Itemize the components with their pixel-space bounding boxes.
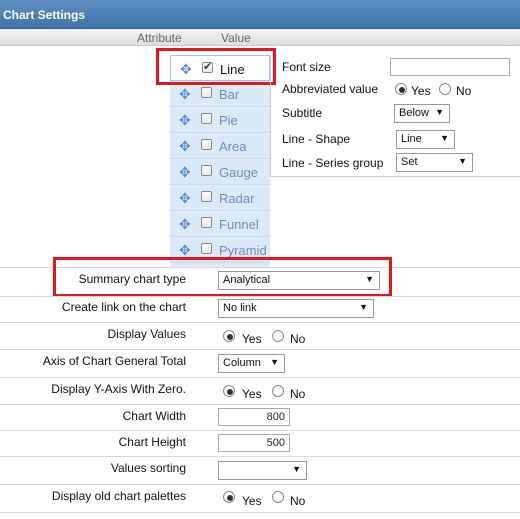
values-sorting-select[interactable]: ▼ — [218, 461, 307, 480]
move-handle-icon[interactable]: ✥ — [179, 138, 191, 155]
chart-width-input[interactable]: 800 — [218, 408, 290, 426]
row-divider — [0, 296, 520, 297]
row-divider — [0, 404, 520, 405]
row-divider — [0, 349, 520, 350]
radar-checkbox[interactable] — [201, 191, 212, 202]
chart-type-pie[interactable]: ✥ Pie — [170, 107, 270, 133]
old-palettes-no-radio[interactable] — [272, 491, 284, 503]
chart-type-gauge[interactable]: ✥ Gauge — [170, 159, 270, 185]
y-axis-zero-yes-radio[interactable] — [223, 385, 235, 397]
line-shape-select[interactable]: Line ▼ — [396, 130, 455, 149]
highlight-box — [53, 257, 392, 297]
pie-checkbox[interactable] — [201, 113, 212, 124]
attribute-column-label: Attribute — [137, 31, 182, 45]
font-size-label: Font size — [282, 60, 331, 74]
line-shape-label: Line - Shape — [282, 132, 351, 146]
move-handle-icon[interactable]: ✥ — [179, 164, 191, 181]
axis-general-total-select[interactable]: Column ▼ — [218, 354, 285, 373]
pyramid-checkbox[interactable] — [201, 243, 212, 254]
dropdown-arrow-icon: ▼ — [458, 156, 467, 166]
move-handle-icon[interactable]: ✥ — [179, 190, 191, 207]
abbreviated-yes-radio[interactable] — [395, 83, 407, 95]
value-column-label: Value — [221, 31, 251, 45]
move-handle-icon[interactable]: ✥ — [179, 86, 191, 103]
row-divider — [0, 322, 520, 323]
y-axis-zero-label: Display Y-Axis With Zero. — [51, 382, 186, 396]
row-divider — [0, 456, 520, 457]
chart-type-list: ✥ Line ✥ Bar ✥ Pie ✥ Area ✥ Gauge ✥ Rada… — [170, 55, 270, 267]
dropdown-arrow-icon: ▼ — [359, 302, 368, 312]
funnel-checkbox[interactable] — [201, 217, 212, 228]
chart-type-label: Pie — [219, 113, 238, 128]
axis-general-total-label: Axis of Chart General Total — [42, 354, 186, 368]
create-link-select[interactable]: No link ▼ — [218, 299, 374, 318]
display-values-no-radio[interactable] — [272, 330, 284, 342]
axis-general-total-value: Column — [223, 357, 261, 369]
subtitle-select[interactable]: Below ▼ — [394, 104, 450, 123]
row-divider — [0, 484, 520, 485]
subtitle-label: Subtitle — [282, 106, 323, 120]
old-palettes-label: Display old chart palettes — [51, 489, 186, 503]
area-checkbox[interactable] — [201, 139, 212, 150]
row-divider — [0, 430, 520, 431]
y-axis-zero-yes-label: Yes — [242, 387, 262, 401]
chart-height-input[interactable]: 500 — [218, 434, 290, 452]
chart-type-label: Gauge — [219, 165, 259, 180]
y-axis-zero-no-label: No — [290, 387, 306, 401]
dropdown-arrow-icon: ▼ — [435, 107, 444, 117]
display-values-no-label: No — [290, 332, 306, 346]
subtitle-value: Below — [399, 107, 429, 119]
old-palettes-yes-radio[interactable] — [223, 491, 235, 503]
line-series-group-select[interactable]: Set ▼ — [396, 153, 473, 172]
panel-title: Chart Settings — [0, 0, 520, 29]
line-shape-value: Line — [401, 133, 422, 145]
chart-type-label: Funnel — [219, 217, 259, 232]
chart-type-label: Pyramid — [219, 243, 267, 258]
create-link-value: No link — [223, 302, 257, 314]
chart-type-radar[interactable]: ✥ Radar — [170, 185, 270, 211]
create-link-label: Create link on the chart — [61, 300, 186, 314]
dropdown-arrow-icon: ▼ — [440, 133, 449, 143]
old-palettes-no-label: No — [290, 494, 306, 508]
highlight-box — [156, 48, 276, 85]
chart-type-label: Area — [219, 139, 247, 154]
abbreviated-no-radio[interactable] — [439, 83, 451, 95]
move-handle-icon[interactable]: ✥ — [179, 112, 191, 129]
line-series-group-value: Set — [401, 156, 418, 168]
chart-type-label: Bar — [219, 87, 240, 102]
gauge-checkbox[interactable] — [201, 165, 212, 176]
font-size-input[interactable] — [390, 58, 510, 76]
abbreviated-no-label: No — [456, 84, 472, 98]
display-values-label: Display Values — [107, 327, 186, 341]
row-divider — [0, 512, 520, 513]
abbreviated-value-label: Abbreviated value — [282, 82, 379, 96]
display-values-yes-label: Yes — [242, 332, 262, 346]
chart-type-funnel[interactable]: ✥ Funnel — [170, 211, 270, 237]
move-handle-icon[interactable]: ✥ — [179, 216, 191, 233]
dropdown-arrow-icon: ▼ — [292, 464, 301, 474]
dropdown-arrow-icon: ▼ — [270, 357, 279, 367]
display-values-yes-radio[interactable] — [223, 330, 235, 342]
column-header: Attribute Value — [0, 29, 520, 46]
line-series-group-label: Line - Series group — [282, 156, 384, 170]
old-palettes-yes-label: Yes — [242, 494, 262, 508]
chart-type-area[interactable]: ✥ Area — [170, 133, 270, 159]
chart-type-label: Radar — [219, 191, 255, 206]
chart-width-label: Chart Width — [122, 409, 186, 423]
values-sorting-label: Values sorting — [110, 461, 186, 475]
chart-height-label: Chart Height — [118, 435, 186, 449]
row-divider — [0, 377, 520, 378]
y-axis-zero-no-radio[interactable] — [272, 385, 284, 397]
bar-checkbox[interactable] — [201, 87, 212, 98]
abbreviated-yes-label: Yes — [411, 84, 431, 98]
